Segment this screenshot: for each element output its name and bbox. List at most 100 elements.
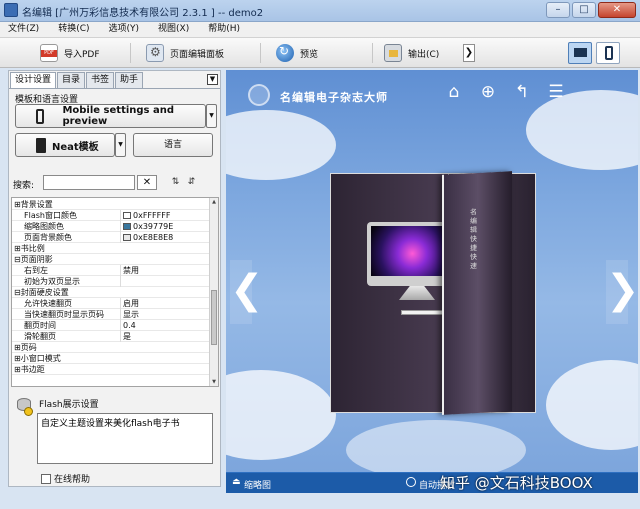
page-curl[interactable]: 名编辑 快捷 快速 bbox=[442, 171, 512, 415]
settings-panel: 设计设置 目录 书签 助手 ▼ 模板和语言设置 Mobile settings … bbox=[8, 70, 221, 487]
property-group-row[interactable]: ⊞小窗口模式 bbox=[12, 353, 210, 364]
scroll-down-icon[interactable]: ▼ bbox=[210, 378, 218, 386]
database-badge bbox=[24, 407, 33, 416]
property-name: Flash窗口颜色 bbox=[14, 210, 121, 221]
preview-bottom-bar: ⏏ 缩略图 自动播放 知乎 @文石科技BOOX bbox=[226, 472, 638, 493]
menu-help[interactable]: 帮助(H) bbox=[208, 22, 240, 37]
template-dropdown[interactable]: ▼ bbox=[115, 133, 126, 157]
property-name: ⊞书比例 bbox=[14, 244, 45, 253]
zoom-in-icon[interactable]: ⊕ bbox=[478, 82, 498, 102]
property-group-row[interactable]: ⊞页码 bbox=[12, 342, 210, 353]
property-scrollbar[interactable]: ▲ ▼ bbox=[209, 198, 218, 386]
property-row[interactable]: 滑轮翻页是 bbox=[12, 331, 210, 342]
book-page-left bbox=[330, 173, 473, 413]
property-value[interactable]: 启用 bbox=[123, 298, 209, 309]
property-value[interactable]: 是 bbox=[123, 331, 209, 342]
property-row[interactable]: 页面背景颜色 0xE8E8E8 bbox=[12, 232, 210, 243]
desktop-view-button[interactable] bbox=[568, 42, 592, 64]
property-row[interactable]: 右到左 禁用 bbox=[12, 265, 210, 276]
maximize-button[interactable]: □ bbox=[572, 2, 596, 18]
minimize-button[interactable]: – bbox=[546, 2, 570, 18]
property-name: ⊞页码 bbox=[14, 343, 37, 352]
autoplay-icon[interactable] bbox=[406, 477, 416, 487]
page-editor-button[interactable]: 页面编辑面板 bbox=[146, 42, 224, 64]
neat-template-button[interactable]: Neat模板 bbox=[15, 133, 115, 157]
property-row[interactable]: 翻页时间 0.4 bbox=[12, 320, 210, 331]
mobile-settings-dropdown[interactable]: ▼ bbox=[206, 104, 217, 128]
mobile-settings-button[interactable]: Mobile settings and preview bbox=[15, 104, 206, 128]
import-pdf-button[interactable]: 导入PDF bbox=[40, 42, 100, 64]
logo-icon bbox=[248, 84, 270, 106]
preview-button[interactable]: 预览 bbox=[276, 42, 318, 64]
menu-icon[interactable]: ☰ bbox=[546, 82, 566, 102]
property-row[interactable]: Flash窗口颜色 0xFFFFFF bbox=[12, 210, 210, 221]
flipbook[interactable]: 名编辑 快捷 快速 bbox=[330, 171, 536, 415]
online-help-toggle[interactable]: 在线帮助 bbox=[41, 472, 90, 485]
property-value[interactable]: 禁用 bbox=[123, 265, 209, 276]
toolbar-more-button[interactable]: ❯ bbox=[463, 44, 475, 62]
toolbar: 导入PDF 页面编辑面板 预览 输出(C) ❯ bbox=[0, 38, 640, 68]
property-value[interactable] bbox=[123, 276, 209, 287]
menu-view[interactable]: 视图(X) bbox=[158, 22, 189, 37]
property-group-row[interactable]: ⊟页面阴影 bbox=[12, 254, 210, 265]
property-row[interactable]: 缩略图颜色 0x39779E bbox=[12, 221, 210, 232]
preview-header: 名编辑电子杂志大师 ⌂ ⊕ ↰ ☰ bbox=[226, 70, 638, 120]
mobile-view-button[interactable] bbox=[596, 42, 620, 64]
tab-contents[interactable]: 目录 bbox=[57, 72, 86, 88]
property-value[interactable]: 0xE8E8E8 bbox=[123, 232, 209, 243]
scroll-up-icon[interactable]: ▲ bbox=[210, 198, 218, 206]
settings-tabs: 设计设置 目录 书签 助手 bbox=[10, 72, 144, 88]
collapse-all-icon[interactable]: ⇵ bbox=[185, 176, 198, 189]
property-value[interactable]: 0xFFFFFF bbox=[123, 210, 209, 221]
tab-bookmarks[interactable]: 书签 bbox=[86, 72, 115, 88]
menu-convert[interactable]: 转换(C) bbox=[58, 22, 89, 37]
description-box[interactable]: 自定义主题设置来美化flash电子书 bbox=[37, 413, 213, 464]
next-page-arrow[interactable]: ❯ bbox=[606, 260, 638, 324]
watermark: 知乎 @文石科技BOOX bbox=[440, 474, 593, 492]
language-button[interactable]: 语言 bbox=[133, 133, 213, 157]
property-name: 页面背景颜色 bbox=[14, 232, 121, 243]
color-swatch bbox=[123, 234, 131, 241]
property-group-row[interactable]: ⊞背景设置 bbox=[12, 199, 210, 210]
menu-options[interactable]: 选项(Y) bbox=[109, 22, 140, 37]
property-group-row[interactable]: ⊞书边距 bbox=[12, 364, 210, 375]
property-row[interactable]: 允许快速翻页 启用 bbox=[12, 298, 210, 309]
title-bar: 名编辑 [广州万彩信息技术有限公司 2.3.1 ] -- demo2 – □ ✕ bbox=[0, 0, 640, 22]
tab-menu-dropdown[interactable]: ▼ bbox=[207, 74, 218, 85]
search-label: 搜索: bbox=[13, 181, 35, 191]
toolbar-divider bbox=[130, 43, 131, 63]
back-icon[interactable]: ↰ bbox=[512, 82, 532, 102]
property-value[interactable]: 显示 bbox=[123, 309, 209, 320]
toolbar-divider bbox=[260, 43, 261, 63]
property-name: 允许快速翻页 bbox=[14, 298, 121, 309]
eject-icon[interactable]: ⏏ bbox=[232, 477, 241, 487]
export-button[interactable]: 输出(C) bbox=[384, 42, 439, 64]
menu-file[interactable]: 文件(Z) bbox=[8, 22, 39, 37]
tab-assistant[interactable]: 助手 bbox=[115, 72, 144, 88]
expand-all-icon[interactable]: ⇅ bbox=[169, 176, 182, 189]
scrollbar-thumb[interactable] bbox=[211, 290, 217, 345]
property-row[interactable]: 当快速翻页时显示页码 显示 bbox=[12, 309, 210, 320]
flipbook-preview: 名编辑电子杂志大师 ⌂ ⊕ ↰ ☰ ❮ ❯ 名编辑 快捷 快速 ⏏ 缩略图 自动… bbox=[226, 70, 638, 493]
online-help-label: 在线帮助 bbox=[54, 475, 91, 485]
prev-page-arrow[interactable]: ❮ bbox=[230, 260, 264, 324]
property-row[interactable]: 初始为双页显示 bbox=[12, 276, 210, 287]
home-icon[interactable]: ⌂ bbox=[444, 82, 464, 102]
close-button[interactable]: ✕ bbox=[598, 2, 636, 18]
search-input[interactable] bbox=[43, 175, 135, 190]
online-help-checkbox[interactable] bbox=[41, 473, 51, 484]
thumbnails-button[interactable]: 缩略图 bbox=[244, 478, 271, 491]
property-group-row[interactable]: ⊞书比例 bbox=[12, 243, 210, 254]
page-side-text: 名编辑 快捷 快速 bbox=[470, 208, 477, 271]
tab-design-settings[interactable]: 设计设置 bbox=[10, 72, 57, 88]
property-name: 滑轮翻页 bbox=[14, 331, 121, 342]
menu-bar: 文件(Z) 转换(C) 选项(Y) 视图(X) 帮助(H) bbox=[0, 22, 640, 38]
property-name: 当快速翻页时显示页码 bbox=[14, 309, 121, 320]
cloud-decoration bbox=[546, 360, 638, 450]
toolbar-divider bbox=[372, 43, 373, 63]
property-value[interactable]: 0.4 bbox=[123, 320, 209, 331]
property-value[interactable]: 0x39779E bbox=[123, 221, 209, 232]
cloud-decoration bbox=[346, 420, 526, 480]
property-group-row[interactable]: ⊟封面硬皮设置 bbox=[12, 287, 210, 298]
clear-search-button[interactable]: ✕ bbox=[137, 175, 157, 190]
